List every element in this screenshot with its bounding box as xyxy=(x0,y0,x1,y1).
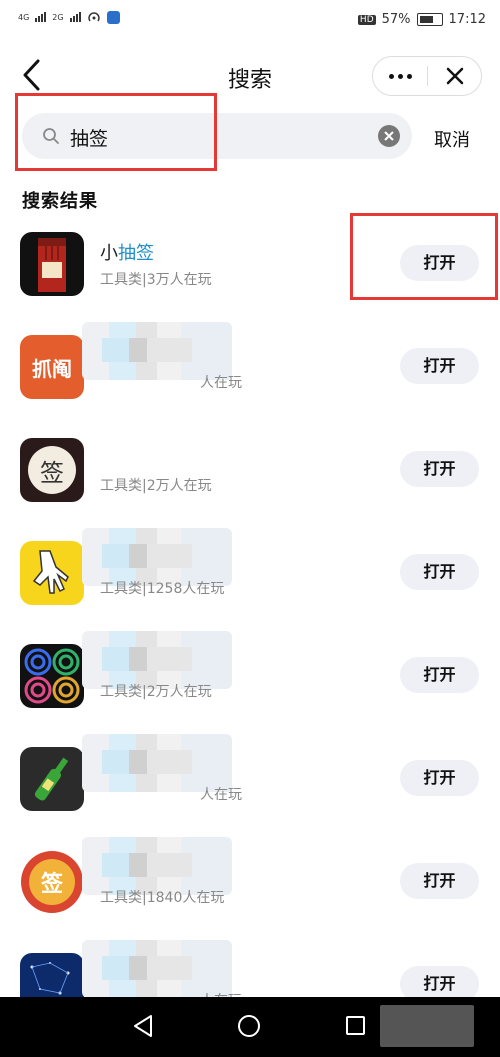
firecracker-icon xyxy=(20,232,84,296)
hotspot-icon xyxy=(87,12,100,22)
result-meta: 工具类|2万人在玩 xyxy=(100,684,212,700)
result-name: 小抽签 xyxy=(100,239,154,265)
result-meta: 人在玩 xyxy=(200,787,242,803)
result-item[interactable]: 抓阄 人在玩 打开 xyxy=(0,322,500,431)
signal-icon xyxy=(35,12,47,22)
icon-label: 签 xyxy=(40,872,63,897)
blurred-region xyxy=(380,1005,474,1047)
section-title: 搜索结果 xyxy=(22,191,98,212)
name-prefix: 小 xyxy=(100,243,118,264)
highlight-box-open xyxy=(350,213,498,300)
result-item[interactable]: 签 工具类|1840人在玩 打开 xyxy=(0,837,500,946)
battery-percent: 57% xyxy=(381,12,411,27)
close-icon xyxy=(446,67,463,85)
system-navigation-bar xyxy=(0,997,500,1057)
cancel-button[interactable]: 取消 xyxy=(434,126,470,152)
open-button[interactable]: 打开 xyxy=(400,657,479,693)
open-button[interactable]: 打开 xyxy=(400,348,479,384)
result-meta: 工具类|1258人在玩 xyxy=(100,581,225,597)
result-meta: 工具类|2万人在玩 xyxy=(100,478,212,494)
result-meta: 人在玩 xyxy=(200,375,242,391)
result-item[interactable]: 签 工具类|2万人在玩 打开 xyxy=(0,431,500,534)
system-home-icon[interactable] xyxy=(238,1015,260,1037)
more-dot xyxy=(388,73,394,79)
signal-2g-label: 2G xyxy=(52,12,64,22)
clear-search-button[interactable] xyxy=(378,125,400,147)
icon-label: 签 xyxy=(40,458,64,487)
more-button[interactable] xyxy=(373,57,427,95)
open-button[interactable]: 打开 xyxy=(400,863,479,899)
clock: 17:12 xyxy=(448,12,486,27)
system-back-icon[interactable] xyxy=(132,1014,154,1038)
clear-icon xyxy=(384,131,394,141)
signal-4g-label: 4G xyxy=(18,12,30,22)
result-meta: 工具类|3万人在玩 xyxy=(100,272,212,288)
result-item[interactable]: 工具类|2万人在玩 打开 xyxy=(0,631,500,740)
hd-icon: HD xyxy=(357,14,376,25)
icon-label: 抓阄 xyxy=(32,356,72,381)
qian-icon: 签 xyxy=(20,438,84,502)
menu-capsule xyxy=(372,56,482,96)
status-bar: 4G 2G HD 57% 17:12 xyxy=(0,0,500,44)
signal-icon-2 xyxy=(69,12,81,22)
coin-icon: 签 xyxy=(20,850,84,914)
coin-inner: 签 xyxy=(29,859,75,905)
icon-circle: 签 xyxy=(28,446,76,494)
more-dot xyxy=(406,73,412,79)
close-button[interactable] xyxy=(428,57,481,95)
result-item[interactable]: 工具类|1258人在玩 打开 xyxy=(0,528,500,637)
zhuajiu-icon: 抓阄 xyxy=(20,335,84,399)
result-meta: 工具类|1840人在玩 xyxy=(100,890,225,906)
name-keyword: 抽签 xyxy=(118,243,154,264)
open-button[interactable]: 打开 xyxy=(400,554,479,590)
result-item[interactable]: 人在玩 打开 xyxy=(0,734,500,843)
battery-icon xyxy=(416,13,443,26)
circles-icon xyxy=(20,644,84,708)
app-notification-icon xyxy=(106,10,120,24)
open-button[interactable]: 打开 xyxy=(400,760,479,796)
hand-icon xyxy=(20,541,84,605)
status-right: HD 57% 17:12 xyxy=(357,12,486,27)
system-recents-icon[interactable] xyxy=(346,1016,365,1035)
highlight-box-search xyxy=(15,93,217,171)
more-dot xyxy=(397,73,403,79)
open-button[interactable]: 打开 xyxy=(400,451,479,487)
coin-circle: 签 xyxy=(21,851,83,913)
bottle-icon xyxy=(20,747,84,811)
status-left: 4G 2G xyxy=(18,10,120,24)
